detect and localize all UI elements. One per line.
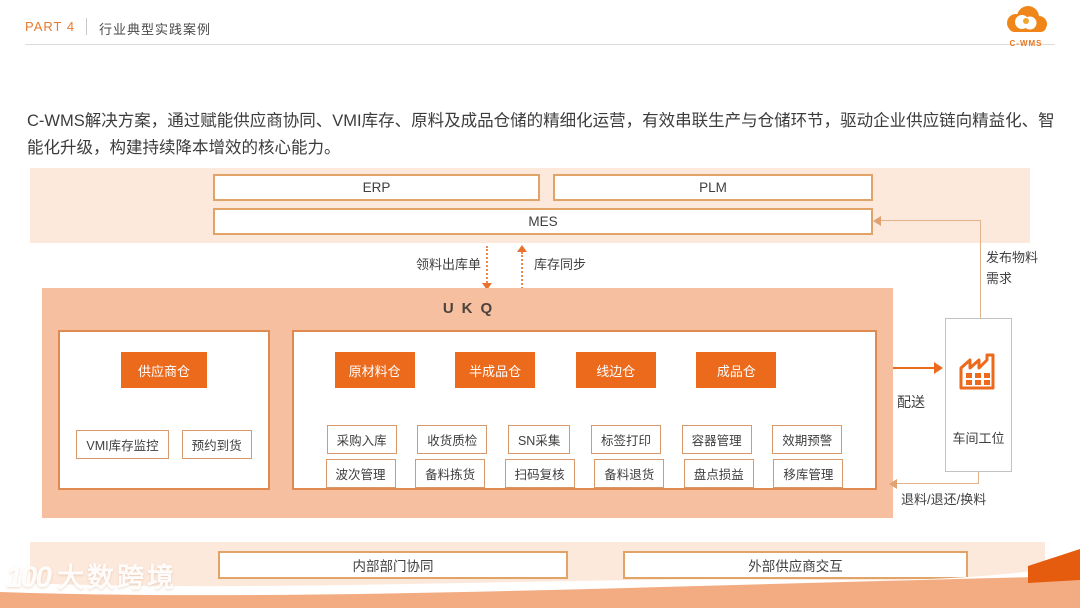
function-box: 收货质检 [417,425,487,454]
outbound-label: 领料出库单 [403,254,481,273]
external-supplier-box: 外部供应商交互 [623,551,968,579]
supplier-warehouse-panel: 供应商仓 VMI库存监控 预约到货 [58,330,270,490]
function-box: 容器管理 [682,425,752,454]
supplier-warehouse-button: 供应商仓 [121,352,207,388]
function-box: 波次管理 [326,459,396,488]
brand-logo: C-WMS [994,4,1058,48]
sync-arrow-line [521,252,523,289]
mes-box: MES [213,208,873,235]
header-rule [25,44,1055,45]
cloud-icon [1000,23,1052,40]
systems-band: ERP PLM MES [30,168,1030,243]
watermark-text: 大数跨境 [57,556,177,595]
publish-arrowhead-icon [873,216,881,226]
return-line-horizontal [897,483,979,484]
erp-box: ERP [213,174,540,201]
collaboration-band: 内部部门协同 外部供应商交互 [30,542,1045,608]
line-side-warehouse-button: 线边仓 [576,352,656,388]
section-title: 行业典型实践案例 [99,19,211,38]
raw-material-warehouse-button: 原材料仓 [335,352,415,388]
brand-logo-text: C-WMS [994,39,1058,48]
sync-label: 库存同步 [534,254,586,273]
function-box: 移库管理 [773,459,843,488]
function-box: 备料退货 [594,459,664,488]
plm-box: PLM [553,174,873,201]
publish-label: 发布物料需求 [986,248,1046,290]
function-box: 标签打印 [591,425,661,454]
header-divider [86,18,87,35]
watermark-logo: 100 [6,561,50,595]
delivery-arrowhead-icon [934,362,943,374]
factory-warehouses-panel: 原材料仓 半成品仓 线边仓 成品仓 采购入库 收货质检 SN采集 标签打印 容器… [292,330,877,490]
delivery-arrow-line [893,367,935,369]
publish-line-horizontal [881,220,980,221]
workstation-label: 车间工位 [946,428,1011,447]
vmi-stock-monitor-box: VMI库存监控 [76,430,168,459]
internal-collaboration-box: 内部部门协同 [218,551,568,579]
function-box: 盘点损益 [684,459,754,488]
workstation-box: 车间工位 [945,318,1012,472]
part-label: PART 4 [25,19,75,34]
finished-goods-warehouse-button: 成品仓 [696,352,776,388]
function-box: 备料拣货 [415,459,485,488]
ukq-container: UKQ 供应商仓 VMI库存监控 预约到货 原材料仓 半成品仓 线边仓 成品仓 … [42,288,893,518]
function-box: 扫码复核 [505,459,575,488]
function-box: 效期预警 [772,425,842,454]
function-box: SN采集 [508,425,570,454]
outbound-arrow-line [486,246,488,283]
intro-paragraph: C-WMS解决方案，通过赋能供应商协同、VMI库存、原料及成品仓储的精细化运营，… [27,108,1059,161]
publish-line-vertical [980,220,981,318]
return-label: 退料/退还/换料 [901,489,986,508]
ukq-title: UKQ [42,300,893,317]
sync-arrowhead-icon [517,245,527,252]
function-box: 采购入库 [327,425,397,454]
semi-finished-warehouse-button: 半成品仓 [455,352,535,388]
factory-icon [946,345,1011,391]
return-arrowhead-icon [889,479,897,489]
watermark: 100 大数跨境 [6,556,177,595]
appointment-arrival-box: 预约到货 [182,430,252,459]
delivery-label: 配送 [897,392,925,412]
